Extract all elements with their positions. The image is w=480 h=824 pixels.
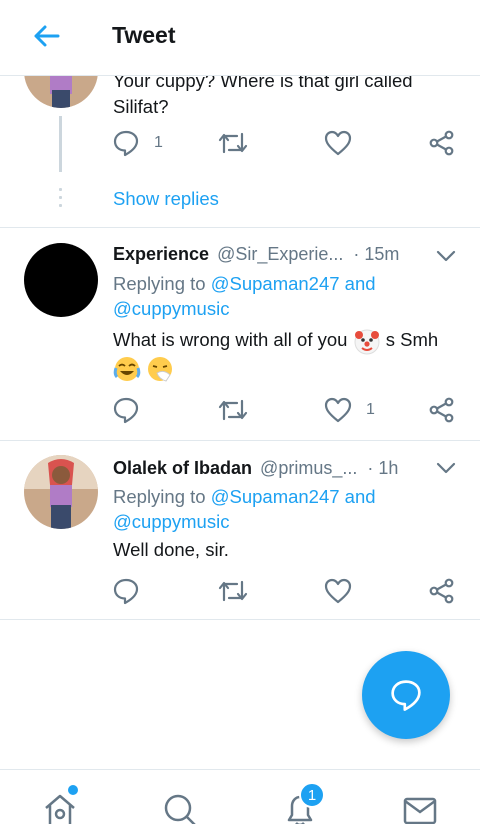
show-replies-link[interactable]: Show replies bbox=[113, 188, 219, 210]
replying-to: Replying to @Supaman247 and @cuppymusic bbox=[113, 271, 460, 321]
notifications-badge: 1 bbox=[299, 782, 325, 808]
like-button[interactable]: 1 bbox=[324, 392, 375, 428]
divider bbox=[0, 619, 480, 620]
chevron-down-icon[interactable] bbox=[434, 246, 458, 266]
tweet-text: What is wrong with all of you s Smh bbox=[113, 327, 460, 383]
tweet-text-part: s Smh bbox=[385, 329, 439, 350]
retweet-icon bbox=[218, 580, 248, 602]
tweet-item[interactable]: Olalek of Ibadan @primus_... · 1h Replyi… bbox=[0, 441, 480, 619]
reply-icon bbox=[391, 680, 421, 711]
author-name[interactable]: Olalek of Ibadan bbox=[113, 458, 252, 479]
author-handle: @Sir_Experie... bbox=[217, 244, 344, 264]
share-icon bbox=[429, 578, 454, 604]
retweet-button[interactable] bbox=[218, 573, 248, 609]
tweet-text: Well done, sir. bbox=[113, 539, 229, 560]
share-icon bbox=[429, 130, 454, 156]
share-button[interactable] bbox=[429, 573, 455, 609]
author-name[interactable]: Experience bbox=[113, 244, 209, 265]
tweet-time: · 15m bbox=[353, 244, 400, 264]
search-icon bbox=[164, 794, 196, 824]
thread-dots bbox=[59, 188, 62, 212]
compose-reply-button[interactable] bbox=[362, 651, 450, 739]
tweet-item[interactable]: Experience @Sir_Experie... · 15m Replyin… bbox=[0, 228, 480, 440]
nav-search[interactable] bbox=[160, 792, 200, 824]
replying-prefix: Replying to bbox=[113, 486, 206, 507]
home-icon bbox=[45, 794, 75, 824]
retweet-icon bbox=[218, 399, 248, 421]
replying-to: Replying to @Supaman247 and @cuppymusic bbox=[113, 484, 460, 534]
back-arrow-icon bbox=[34, 25, 60, 47]
page-title: Tweet bbox=[112, 22, 176, 48]
bottom-navigation bbox=[0, 769, 480, 824]
mail-icon bbox=[403, 797, 437, 824]
reply-icon bbox=[113, 578, 139, 605]
nav-messages[interactable] bbox=[400, 792, 440, 824]
heart-icon bbox=[324, 397, 352, 423]
share-icon bbox=[429, 397, 454, 423]
tweet-text-part: What is wrong with all of you bbox=[113, 329, 348, 350]
back-button[interactable] bbox=[26, 20, 66, 52]
avatar[interactable] bbox=[24, 243, 98, 317]
retweet-button[interactable] bbox=[218, 392, 248, 428]
share-button[interactable] bbox=[429, 125, 455, 161]
avatar[interactable] bbox=[24, 455, 98, 529]
like-button[interactable] bbox=[324, 573, 352, 609]
reply-button[interactable] bbox=[112, 573, 140, 609]
reply-count: 1 bbox=[154, 134, 163, 151]
reply-icon bbox=[113, 397, 139, 424]
reply-icon bbox=[113, 130, 139, 157]
heart-icon bbox=[324, 578, 352, 604]
reply-button[interactable]: 1 bbox=[112, 125, 163, 161]
clown-emoji-icon bbox=[354, 329, 380, 355]
top-app-bar: Tweet bbox=[0, 0, 480, 76]
share-button[interactable] bbox=[429, 392, 455, 428]
like-button[interactable] bbox=[324, 125, 352, 161]
heart-icon bbox=[324, 130, 352, 156]
retweet-icon bbox=[218, 132, 248, 154]
joy-emoji-icon bbox=[113, 357, 141, 382]
like-count: 1 bbox=[366, 401, 375, 418]
retweet-button[interactable] bbox=[218, 125, 248, 161]
reply-button[interactable] bbox=[112, 392, 140, 428]
home-unread-dot bbox=[68, 785, 78, 795]
chevron-down-icon[interactable] bbox=[434, 458, 458, 478]
nav-home[interactable] bbox=[40, 792, 80, 824]
sneezing-emoji-icon bbox=[148, 357, 173, 382]
tweet-time: · 1h bbox=[367, 458, 399, 478]
replying-prefix: Replying to bbox=[113, 273, 206, 294]
author-handle: @primus_... bbox=[260, 458, 358, 478]
